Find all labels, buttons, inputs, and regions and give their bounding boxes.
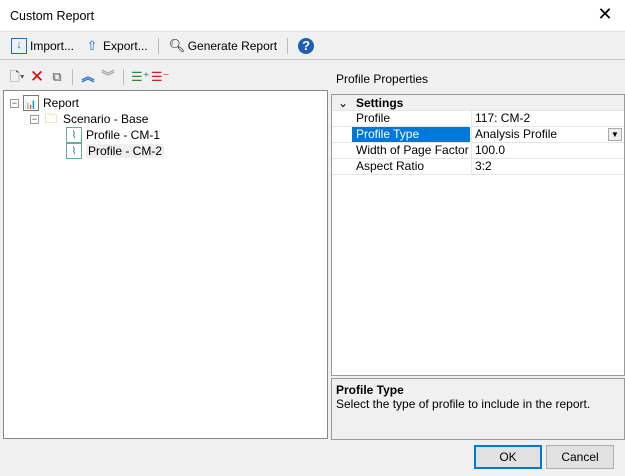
preview-icon: 🔍︎ [168, 38, 186, 53]
property-value[interactable]: 100.0 [471, 143, 624, 158]
property-grid: ⌄ Settings Profile 117: CM-2 Profile Type A… [331, 94, 625, 376]
properties-panel: Profile Properties ⌄ Settings Profile 117:… [331, 64, 625, 440]
chevron-down-icon[interactable]: ⌄ [338, 96, 348, 110]
property-row[interactable]: Aspect Ratio 3:2 [332, 159, 624, 175]
collapse-icon[interactable]: − [10, 98, 19, 108]
category-settings[interactable]: ⌄ Settings [332, 95, 624, 111]
divider [157, 38, 159, 54]
property-row-selected[interactable]: Profile Type Analysis Profile ▼ [332, 127, 624, 143]
delete-icon[interactable]: ✕ [29, 68, 45, 85]
collapse-icon[interactable]: − [30, 114, 39, 124]
window-title: Custom Report [10, 9, 95, 23]
title-bar: Custom Report ✕ [0, 0, 625, 32]
tree-toolbar: 🗋▾ ✕ ⧉ ︽ ︾ ☰⁺ ☰⁻ [3, 64, 328, 90]
import-button[interactable]: ↓ Import... [8, 36, 77, 56]
cancel-button[interactable]: Cancel [546, 445, 614, 469]
import-label: Import... [30, 39, 75, 53]
tree-node-scenario[interactable]: − 🗀 Scenario - Base [30, 111, 148, 127]
property-value[interactable]: 3:2 [471, 159, 624, 174]
tree-node-label: Profile - CM-1 [86, 128, 161, 142]
property-key: Profile Type [352, 127, 470, 142]
export-label: Export... [103, 39, 148, 53]
generate-report-label: Generate Report [187, 39, 278, 53]
dropdown-arrow-icon[interactable]: ▼ [608, 128, 622, 141]
tree-node-label: Profile - CM-2 [86, 144, 165, 158]
category-label: Settings [356, 96, 404, 110]
move-up-icon[interactable]: ︽ [80, 69, 96, 85]
property-row[interactable]: Width of Page Factor (%)100.0 [332, 143, 624, 159]
help-button[interactable]: ? [295, 36, 317, 56]
tree-node-report[interactable]: − 📊 Report [10, 95, 79, 111]
profile-icon: ⌇ [66, 127, 82, 143]
property-key: Width of Page Factor (%) [356, 143, 470, 157]
divider [287, 38, 289, 54]
expand-all-icon[interactable]: ☰⁺ [131, 69, 150, 85]
ok-button[interactable]: OK [474, 445, 542, 469]
move-down-icon[interactable]: ︾ [100, 69, 116, 85]
export-button[interactable]: ⇧ Export... [81, 36, 151, 56]
report-icon: 📊 [23, 95, 39, 111]
property-row[interactable]: Profile 117: CM-2 [332, 111, 624, 127]
scenario-icon: 🗀 [44, 111, 58, 126]
help-icon: ? [298, 38, 315, 54]
import-icon: ↓ [11, 38, 27, 54]
close-icon[interactable]: ✕ [593, 4, 617, 25]
tree-node-label: Scenario - Base [63, 112, 149, 126]
collapse-all-icon[interactable]: ☰⁻ [151, 69, 170, 85]
report-tree-panel: 🗋▾ ✕ ⧉ ︽ ︾ ☰⁺ ☰⁻ − 📊 Report − 🗀 Scenario - B… [3, 64, 328, 439]
divider [72, 69, 73, 85]
property-key: Aspect Ratio [356, 159, 425, 173]
copy-icon[interactable]: ⧉ [49, 69, 65, 85]
tree-node-profile[interactable]: ⌇ Profile - CM-1 [66, 127, 160, 143]
tree-node-label: Report [43, 96, 80, 110]
export-icon: ⇧ [86, 38, 98, 53]
tree-node-profile-selected[interactable]: ⌇ Profile - CM-2 [66, 143, 165, 159]
profile-icon: ⌇ [66, 143, 82, 159]
description-panel: Profile Type Select the type of profile … [331, 378, 625, 440]
property-value[interactable]: 117: CM-2 [471, 111, 624, 126]
main-toolbar: ↓ Import... ⇧ Export... 🔍︎ Generate Report … [0, 33, 625, 60]
description-title: Profile Type [336, 383, 404, 397]
property-key: Profile [356, 111, 391, 125]
profile-type-select[interactable]: Analysis Profile [471, 127, 624, 142]
generate-report-button[interactable]: 🔍︎ Generate Report [166, 36, 280, 56]
new-item-icon[interactable]: 🗋▾ [9, 69, 25, 85]
description-text: Select the type of profile to include in… [336, 397, 591, 411]
properties-header: Profile Properties [336, 72, 429, 86]
divider [123, 69, 124, 85]
report-tree[interactable]: − 📊 Report − 🗀 Scenario - Base ⌇ Profile - CM… [3, 90, 328, 439]
